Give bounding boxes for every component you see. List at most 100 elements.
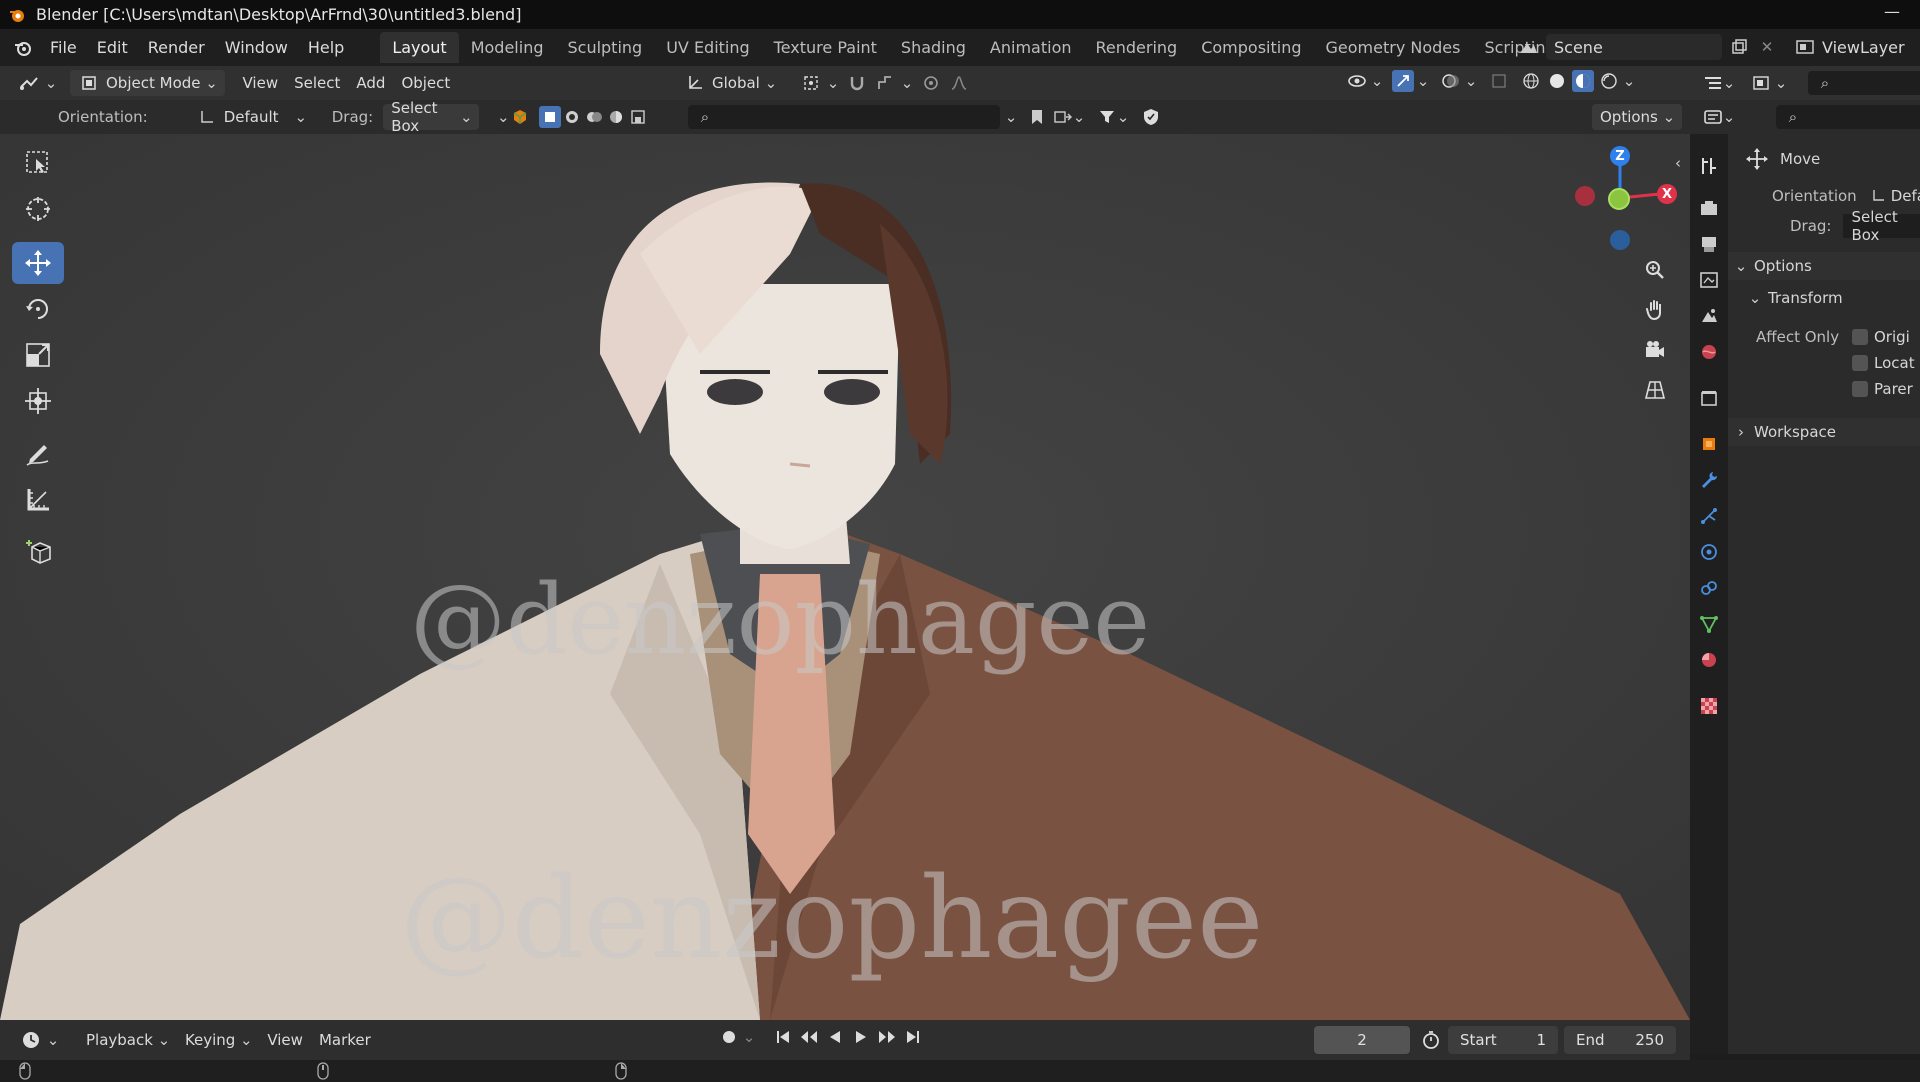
- start-frame-field[interactable]: Start 1: [1448, 1026, 1558, 1054]
- tab-layout[interactable]: Layout: [380, 32, 459, 63]
- options-button[interactable]: Options ⌄: [1592, 104, 1682, 130]
- tool-properties-tab-icon[interactable]: [1697, 154, 1721, 178]
- menu-help[interactable]: Help: [298, 38, 354, 57]
- select-new-icon[interactable]: [539, 106, 562, 128]
- tab-shading[interactable]: Shading: [889, 32, 978, 63]
- scene-properties-tab-icon[interactable]: [1697, 304, 1721, 328]
- navigation-gizmo[interactable]: Z X: [1560, 144, 1680, 254]
- affect-parents-checkbox[interactable]: [1852, 381, 1868, 397]
- stopwatch-icon[interactable]: [1420, 1029, 1442, 1051]
- scene-selector[interactable]: Scene: [1546, 34, 1722, 60]
- zoom-icon[interactable]: [1637, 252, 1673, 288]
- tab-rendering[interactable]: Rendering: [1084, 32, 1190, 63]
- jump-start-icon[interactable]: [772, 1026, 794, 1048]
- menu-object[interactable]: Object: [393, 70, 458, 96]
- object-properties-tab-icon[interactable]: [1697, 432, 1721, 456]
- keying-menu[interactable]: Keying ⌄: [177, 1027, 259, 1053]
- chevron-down-icon[interactable]: ⌄: [1117, 106, 1130, 128]
- next-keyframe-icon[interactable]: [876, 1026, 898, 1048]
- tool-cursor[interactable]: [12, 188, 64, 230]
- tool-annotate[interactable]: [12, 432, 64, 474]
- texture-properties-tab-icon[interactable]: [1697, 694, 1721, 718]
- chevron-down-icon[interactable]: ⌄: [1073, 106, 1086, 128]
- tab-compositing[interactable]: Compositing: [1189, 32, 1313, 63]
- sidebar-toggle-chevron-icon[interactable]: ‹: [1672, 152, 1684, 174]
- render-properties-tab-icon[interactable]: [1697, 196, 1721, 220]
- playback-menu[interactable]: Playback ⌄: [78, 1027, 177, 1053]
- menu-add[interactable]: Add: [348, 70, 393, 96]
- tool-add-cube[interactable]: [12, 530, 64, 572]
- camera-view-icon[interactable]: [1637, 332, 1673, 368]
- transform-subpanel-header[interactable]: ⌄ Transform: [1728, 284, 1920, 312]
- close-scene-icon[interactable]: ✕: [1756, 36, 1778, 58]
- properties-editor-icon[interactable]: [1702, 106, 1724, 128]
- end-frame-field[interactable]: End 250: [1564, 1026, 1676, 1054]
- filter-chevron-icon[interactable]: ⌄: [1000, 106, 1022, 128]
- scene-icon[interactable]: [1518, 36, 1540, 58]
- overlays-icon[interactable]: [1440, 70, 1462, 92]
- chevron-down-icon[interactable]: ⌄: [1623, 70, 1636, 92]
- tool-move[interactable]: [12, 242, 64, 284]
- drag-prop-field[interactable]: Select Box: [1843, 208, 1920, 244]
- axis-neg-x-button[interactable]: [1575, 186, 1595, 206]
- tool-rotate[interactable]: [12, 288, 64, 330]
- proportional-edit-toggle[interactable]: [912, 70, 978, 96]
- chevron-down-icon[interactable]: ⌄: [1723, 106, 1736, 128]
- axis-x-button[interactable]: X: [1657, 184, 1677, 204]
- view-layer-properties-tab-icon[interactable]: [1697, 268, 1721, 292]
- affect-locations-checkbox[interactable]: [1852, 355, 1868, 371]
- menu-render[interactable]: Render: [138, 38, 215, 57]
- tab-uv-editing[interactable]: UV Editing: [654, 32, 761, 63]
- axis-y-button[interactable]: [1608, 188, 1630, 210]
- snap-toggle[interactable]: ⌄: [838, 70, 920, 96]
- menu-select[interactable]: Select: [286, 70, 348, 96]
- chevron-down-icon[interactable]: ⌄: [1723, 72, 1736, 94]
- shield-icon[interactable]: [1140, 106, 1162, 128]
- marker-menu[interactable]: Marker: [311, 1027, 379, 1053]
- mode-selector[interactable]: Object Mode ⌄: [70, 70, 225, 96]
- collection-properties-tab-icon[interactable]: [1697, 386, 1721, 410]
- jump-end-icon[interactable]: [902, 1026, 924, 1048]
- blender-menu-icon[interactable]: [12, 37, 34, 59]
- tool-select-box[interactable]: [12, 142, 64, 184]
- prev-keyframe-icon[interactable]: [798, 1026, 820, 1048]
- affect-origins-icon[interactable]: [509, 106, 531, 128]
- chevron-down-icon[interactable]: ⌄: [1417, 70, 1430, 92]
- chevron-down-icon[interactable]: ⌄: [497, 106, 510, 128]
- properties-search-input[interactable]: ⌕: [1776, 105, 1920, 129]
- tool-scale[interactable]: [12, 334, 64, 376]
- particles-properties-tab-icon[interactable]: [1697, 504, 1721, 528]
- record-icon[interactable]: [718, 1026, 740, 1048]
- 3d-viewport[interactable]: @denzophagee @denzophagee Z X ‹: [0, 134, 1690, 1020]
- material-properties-tab-icon[interactable]: [1697, 648, 1721, 672]
- tab-geometry-nodes[interactable]: Geometry Nodes: [1314, 32, 1473, 63]
- new-scene-icon[interactable]: [1728, 36, 1750, 58]
- bookmark-icon[interactable]: [1026, 106, 1048, 128]
- world-properties-tab-icon[interactable]: [1697, 340, 1721, 364]
- tab-sculpting[interactable]: Sculpting: [555, 32, 654, 63]
- data-properties-tab-icon[interactable]: [1697, 612, 1721, 636]
- constraints-properties-tab-icon[interactable]: [1697, 576, 1721, 600]
- chevron-down-icon[interactable]: ⌄: [1775, 72, 1788, 94]
- tab-texture-paint[interactable]: Texture Paint: [762, 32, 889, 63]
- view-layer-icon[interactable]: [1794, 36, 1816, 58]
- filter-icon[interactable]: [1096, 106, 1118, 128]
- menu-edit[interactable]: Edit: [87, 38, 138, 57]
- affect-origins-checkbox[interactable]: [1852, 329, 1868, 345]
- timeline-editor-type-button[interactable]: ⌄: [12, 1027, 66, 1053]
- options-panel-header[interactable]: ⌄ Options: [1728, 252, 1920, 280]
- gizmo-toggle-icon[interactable]: [1392, 70, 1414, 92]
- play-icon[interactable]: [850, 1026, 872, 1048]
- outliner-search-field[interactable]: ⌕: [688, 105, 1000, 129]
- view-layer-name[interactable]: ViewLayer: [1822, 38, 1905, 57]
- select-extend-icon[interactable]: [561, 106, 583, 128]
- outliner-editor-icon[interactable]: [1702, 72, 1724, 94]
- workspace-panel-header[interactable]: › Workspace: [1728, 418, 1920, 446]
- sync-icon[interactable]: [1052, 106, 1074, 128]
- perspective-toggle-icon[interactable]: [1637, 372, 1673, 408]
- chevron-down-icon[interactable]: ⌄: [1371, 70, 1384, 92]
- menu-view[interactable]: View: [235, 70, 287, 96]
- chevron-down-icon[interactable]: ⌄: [1465, 70, 1478, 92]
- physics-properties-tab-icon[interactable]: [1697, 540, 1721, 564]
- output-properties-tab-icon[interactable]: [1697, 232, 1721, 256]
